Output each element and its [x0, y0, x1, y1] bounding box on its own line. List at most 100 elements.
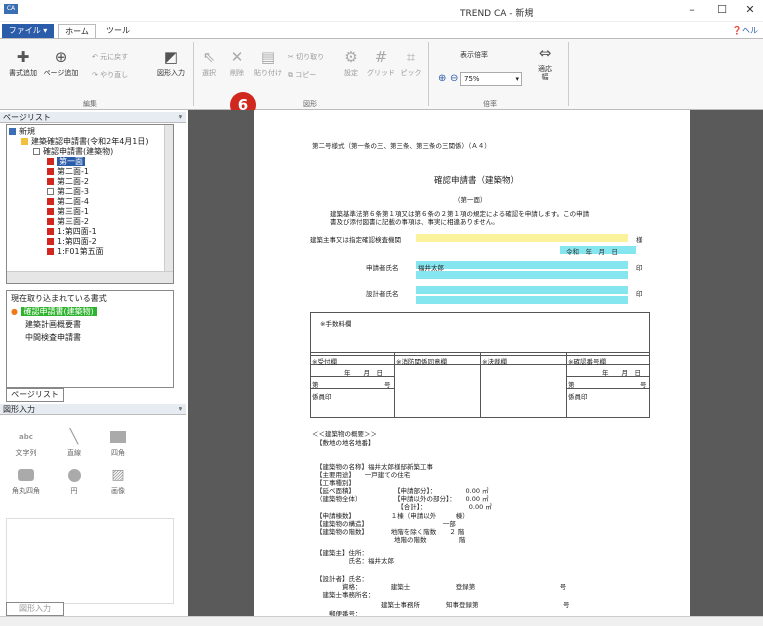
help-icon: ❓	[732, 26, 742, 35]
shape-rounded-rect-button[interactable]: 角丸四角	[8, 466, 44, 496]
add-format-icon: ✚	[16, 48, 30, 66]
tree-item[interactable]: 1:第四面-1	[47, 227, 97, 237]
cut-button[interactable]: ✂ 切り取り	[288, 52, 330, 62]
document-icon	[33, 148, 40, 155]
close-button[interactable]: ✕	[738, 3, 762, 17]
col-header: ※受付欄	[312, 358, 337, 366]
minimize-button[interactable]: –	[680, 3, 704, 17]
window-title: TREND CA - 新規	[460, 9, 534, 19]
undo-button[interactable]: ↶ 元に戻す	[92, 52, 140, 62]
zoom-out-icon[interactable]: ⊖	[450, 73, 458, 84]
tree-item[interactable]: 1:F01第五面	[47, 247, 104, 257]
addressee-field[interactable]	[416, 234, 628, 242]
applicant-field[interactable]	[416, 261, 628, 269]
zoom-label: 表示倍率	[460, 51, 488, 59]
tree-label: 新規	[19, 127, 35, 136]
tree-item[interactable]: 第三面-1	[47, 207, 89, 217]
staff-seal-cell: 係員印	[312, 393, 332, 401]
tree-item[interactable]: 第二面-2	[47, 177, 89, 187]
shape-rect-button[interactable]: 四角	[100, 428, 136, 458]
tree-item-selected[interactable]: 第一面	[47, 157, 85, 167]
tree-label: 第三面-1	[57, 207, 89, 216]
applicant-label: 申請者氏名	[366, 264, 399, 272]
seal-mark: 印	[636, 290, 643, 298]
zoom-select[interactable]: 75% ▾	[460, 72, 522, 86]
tree-item[interactable]: 第三面-2	[47, 217, 89, 227]
snap-button[interactable]: ⌗ ピック	[398, 48, 424, 78]
tree-horizontal-scrollbar[interactable]	[7, 271, 173, 283]
tab-tool[interactable]: ツール	[100, 24, 136, 38]
date-label: 令和 年 月 日	[566, 248, 618, 256]
tab-home[interactable]: ホーム	[58, 24, 96, 38]
select-label: 選択	[202, 69, 216, 77]
add-page-button[interactable]: ⊕ ページ追加	[42, 48, 80, 78]
add-format-button[interactable]: ✚ 書式追加	[6, 48, 40, 78]
shape-line-button[interactable]: ╲ 直線	[56, 428, 92, 458]
table-divider	[394, 352, 395, 418]
rounded-rect-icon	[8, 466, 44, 484]
staff-seal-cell: 係員印	[568, 393, 588, 401]
grid-button[interactable]: # グリッド	[366, 48, 396, 78]
shape-panel-body	[6, 518, 174, 604]
loaded-format-list: 現在取り込まれている書式 ● 確認申請書(建築物) 建築計画概要書 中間検査申請…	[6, 290, 174, 388]
shape-label: 円	[70, 487, 78, 495]
shape-circle-button[interactable]: 円	[56, 466, 92, 496]
tree-item[interactable]: 確認申請書(建築物)	[33, 147, 113, 157]
tree-vertical-scrollbar[interactable]	[164, 125, 173, 271]
list-item-label: 確認申請書(建築物)	[20, 307, 97, 316]
date-cell: 年 月 日	[602, 369, 641, 377]
pin-icon[interactable]: ᵠ	[179, 404, 182, 415]
tree-item-root[interactable]: 新規	[9, 127, 35, 137]
tree-label: 1:F01第五面	[57, 247, 104, 256]
copy-label: コピー	[295, 71, 317, 79]
outline-line: 【敷地の地名地番】	[316, 439, 375, 447]
redo-label: やり直し	[100, 71, 129, 79]
list-item-selected[interactable]: ● 確認申請書(建築物)	[11, 306, 97, 317]
paste-button[interactable]: ▤ 貼り付け	[252, 48, 284, 78]
pin-icon[interactable]: ᵠ	[179, 112, 182, 123]
select-button[interactable]: ⇖ 選択	[198, 48, 220, 78]
page-icon	[47, 238, 54, 245]
shape-input-button[interactable]: ◩ 図形入力	[150, 48, 192, 78]
delete-button[interactable]: ✕ 削除	[224, 48, 250, 78]
shape-text-button[interactable]: abc 文字列	[8, 428, 44, 458]
zoom-in-icon[interactable]: ⊕	[438, 73, 446, 84]
seal-mark: 印	[636, 264, 643, 272]
page-icon	[47, 158, 54, 165]
list-item[interactable]: 中間検査申請書	[25, 332, 81, 343]
zoom-value: 75%	[464, 75, 480, 83]
document-page[interactable]: 第二号様式（第一条の三、第三条、第三条の三関係）（Ａ４） 確認申請書（建築物） …	[254, 110, 690, 618]
grid-icon: #	[374, 48, 388, 66]
tab-file[interactable]: ファイル ▾	[2, 24, 54, 38]
maximize-button[interactable]: ☐	[710, 3, 734, 17]
snap-grid-icon: ⌗	[406, 48, 416, 66]
tab-page-list[interactable]: ページリスト	[6, 388, 64, 402]
tree-label: 第二面-2	[57, 177, 89, 186]
tab-shape-input[interactable]: 図形入力	[6, 602, 64, 616]
designer-field[interactable]	[416, 286, 628, 294]
form-title: 確認申請書（建築物）	[434, 176, 520, 186]
grid-label: グリッド	[367, 69, 395, 77]
fee-box	[310, 312, 650, 356]
tree-item[interactable]: 第二面-3	[47, 187, 89, 197]
list-item[interactable]: 建築計画概要書	[25, 319, 81, 330]
copy-button[interactable]: ⧉ コピー	[288, 70, 330, 80]
tree-item[interactable]: 建築確認申請書(令和2年4月1日)	[21, 137, 149, 147]
tree-item[interactable]: 第二面-1	[47, 167, 89, 177]
tree-item[interactable]: 1:第四面-2	[47, 237, 97, 247]
cursor-icon: ⇖	[202, 48, 216, 66]
help-link[interactable]: ❓ヘル	[732, 25, 758, 36]
designer-label: 設計者氏名	[366, 290, 399, 298]
fit-width-button[interactable]: ⇔ 適応	[532, 44, 558, 74]
redo-button[interactable]: ↷ やり直し	[92, 70, 140, 80]
fit-height-button[interactable]: 幅	[532, 72, 558, 82]
designer-field-2[interactable]	[416, 296, 628, 304]
chevron-down-icon: ▾	[515, 75, 519, 83]
col-header: ※決裁欄	[482, 358, 507, 366]
form-intro-2: 書及び添付図書に記載の事項は、事実に相違ありません。	[330, 218, 499, 226]
tree-item[interactable]: 第二面-4	[47, 197, 89, 207]
settings-button[interactable]: ⚙ 設定	[338, 48, 364, 78]
applicant-field-2[interactable]	[416, 271, 628, 279]
fit-height-label: 幅	[541, 73, 549, 81]
shape-image-button[interactable]: ▨ 画像	[100, 466, 136, 496]
